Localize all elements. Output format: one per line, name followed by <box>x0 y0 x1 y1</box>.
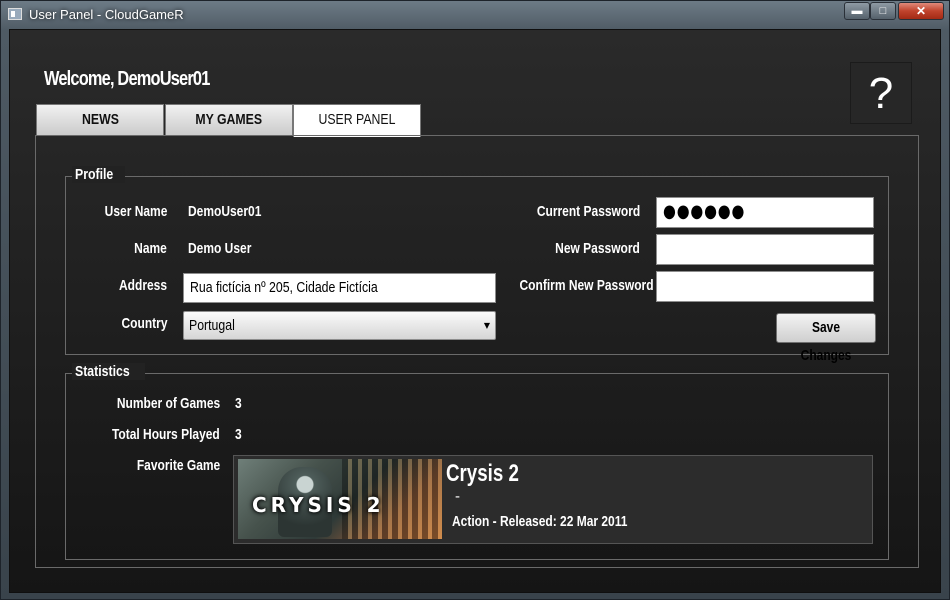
favorite-game-card[interactable]: CRYSIS 2 Crysis 2 - Action - Released: 2… <box>233 455 873 544</box>
new-password-label: New Password <box>555 240 640 257</box>
country-select[interactable]: Portugal ▼ <box>183 311 496 340</box>
tab-content-panel: Profile User Name DemoUser01 Name Demo U… <box>35 135 919 568</box>
statistics-legend: Statistics <box>72 363 145 380</box>
chevron-down-icon: ▼ <box>483 321 490 330</box>
game-cover-logo: CRYSIS 2 <box>252 493 385 517</box>
statistics-group: Statistics Number of Games 3 Total Hours… <box>65 363 889 560</box>
game-separator: - <box>455 488 460 505</box>
games-count-value: 3 <box>235 395 242 412</box>
country-label: Country <box>121 315 167 332</box>
profile-group: Profile User Name DemoUser01 Name Demo U… <box>65 166 889 355</box>
tab-news-label: NEWS <box>81 111 119 128</box>
confirm-password-input[interactable] <box>656 271 874 302</box>
minimize-button[interactable]: ▬ <box>844 2 870 20</box>
name-value: Demo User <box>188 240 252 257</box>
welcome-heading: Welcome, DemoUser01 <box>44 68 210 90</box>
close-button[interactable]: ✕ <box>898 2 944 20</box>
game-title: Crysis 2 <box>446 460 519 487</box>
maximize-button[interactable]: □ <box>870 2 896 20</box>
client-area: Welcome, DemoUser01 ? NEWS MY GAMES USER… <box>9 29 941 593</box>
address-input[interactable]: Rua fictícia nº 205, Cidade Fictícia <box>183 273 496 303</box>
name-label: Name <box>134 240 167 257</box>
tab-my-games-label: MY GAMES <box>195 111 263 128</box>
app-window: User Panel - CloudGameR ▬ □ ✕ Welcome, D… <box>0 0 950 600</box>
title-bar[interactable]: User Panel - CloudGameR ▬ □ ✕ <box>1 1 949 29</box>
game-meta: Action - Released: 22 Mar 2011 <box>452 513 628 530</box>
new-password-input[interactable] <box>656 234 874 265</box>
game-cover-image: CRYSIS 2 <box>238 459 442 539</box>
current-password-label: Current Password <box>536 203 640 220</box>
favorite-game-label: Favorite Game <box>136 457 220 474</box>
username-label: User Name <box>104 203 167 220</box>
address-label: Address <box>118 277 167 294</box>
profile-legend: Profile <box>72 166 125 183</box>
hours-played-value: 3 <box>235 426 242 443</box>
window-title: User Panel - CloudGameR <box>29 7 184 22</box>
games-count-label: Number of Games <box>116 395 220 412</box>
confirm-password-label: Confirm New Password <box>519 277 654 294</box>
save-changes-button[interactable]: Save Changes <box>776 313 876 364</box>
app-icon <box>8 8 22 20</box>
tab-news[interactable]: NEWS <box>36 104 164 136</box>
hours-played-label: Total Hours Played <box>112 426 220 443</box>
tab-user-panel[interactable]: USER PANEL <box>293 104 421 137</box>
current-password-input[interactable]: ●●●●●● <box>656 197 874 228</box>
tab-my-games[interactable]: MY GAMES <box>165 104 293 136</box>
tab-user-panel-label: USER PANEL <box>318 111 396 128</box>
help-button[interactable]: ? <box>850 62 912 124</box>
username-value: DemoUser01 <box>188 203 262 220</box>
